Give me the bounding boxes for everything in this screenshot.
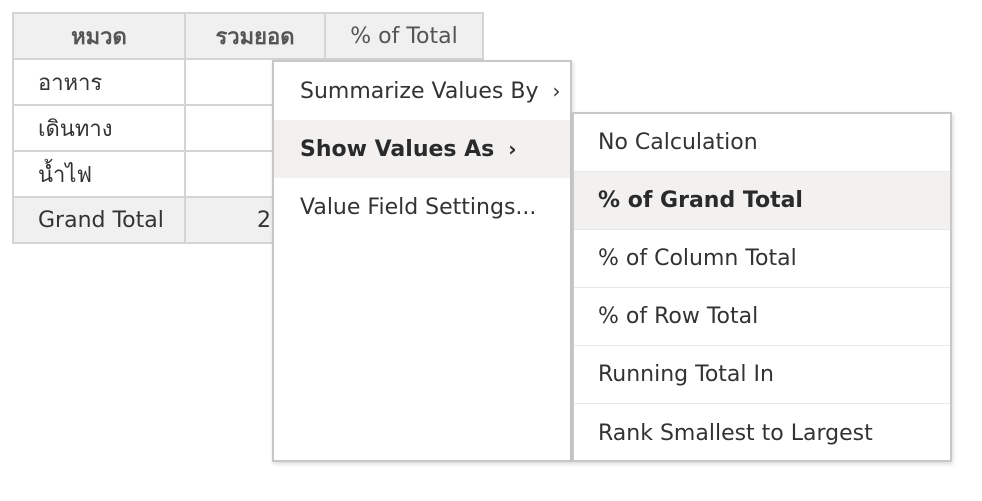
submenu-item-percent-of-column-total[interactable]: % of Column Total [574, 230, 950, 288]
header-percent-of-total[interactable]: % of Total [324, 12, 484, 60]
submenu-item-rank-smallest-to-largest[interactable]: Rank Smallest to Largest [574, 404, 950, 462]
grand-total-label[interactable]: Grand Total [12, 196, 186, 244]
menu-item-label: Show Values As [300, 136, 495, 162]
submenu-item-label: Rank Smallest to Largest [598, 420, 873, 446]
submenu-item-label: No Calculation [598, 130, 758, 155]
context-menu: Summarize Values By › Show Values As › V… [272, 60, 572, 462]
menu-item-label: Summarize Values By [300, 78, 539, 104]
row-category-cell[interactable]: เดินทาง [12, 104, 186, 152]
menu-item-summarize-values-by[interactable]: Summarize Values By › [274, 62, 570, 120]
menu-item-value-field-settings[interactable]: Value Field Settings... [274, 178, 570, 236]
chevron-right-icon: › [552, 79, 561, 103]
submenu-item-label: Running Total In [598, 362, 774, 387]
row-category-cell[interactable]: อาหาร [12, 58, 186, 106]
chevron-right-icon: › [508, 137, 517, 161]
header-total[interactable]: รวมยอด [184, 12, 326, 60]
submenu-item-label: % of Column Total [598, 246, 797, 271]
menu-item-show-values-as[interactable]: Show Values As › [274, 120, 570, 178]
header-row: หมวด รวมยอด % of Total [12, 12, 484, 60]
submenu-item-running-total-in[interactable]: Running Total In [574, 346, 950, 404]
submenu-item-percent-of-grand-total[interactable]: % of Grand Total [574, 172, 950, 230]
header-category[interactable]: หมวด [12, 12, 186, 60]
submenu-item-no-calculation[interactable]: No Calculation [574, 114, 950, 172]
submenu-item-label: % of Row Total [598, 304, 759, 329]
show-values-as-submenu: No Calculation % of Grand Total % of Col… [572, 112, 952, 462]
submenu-item-percent-of-row-total[interactable]: % of Row Total [574, 288, 950, 346]
submenu-item-label: % of Grand Total [598, 188, 803, 213]
row-category-cell[interactable]: น้ำไฟ [12, 150, 186, 198]
menu-item-label: Value Field Settings... [300, 194, 537, 220]
